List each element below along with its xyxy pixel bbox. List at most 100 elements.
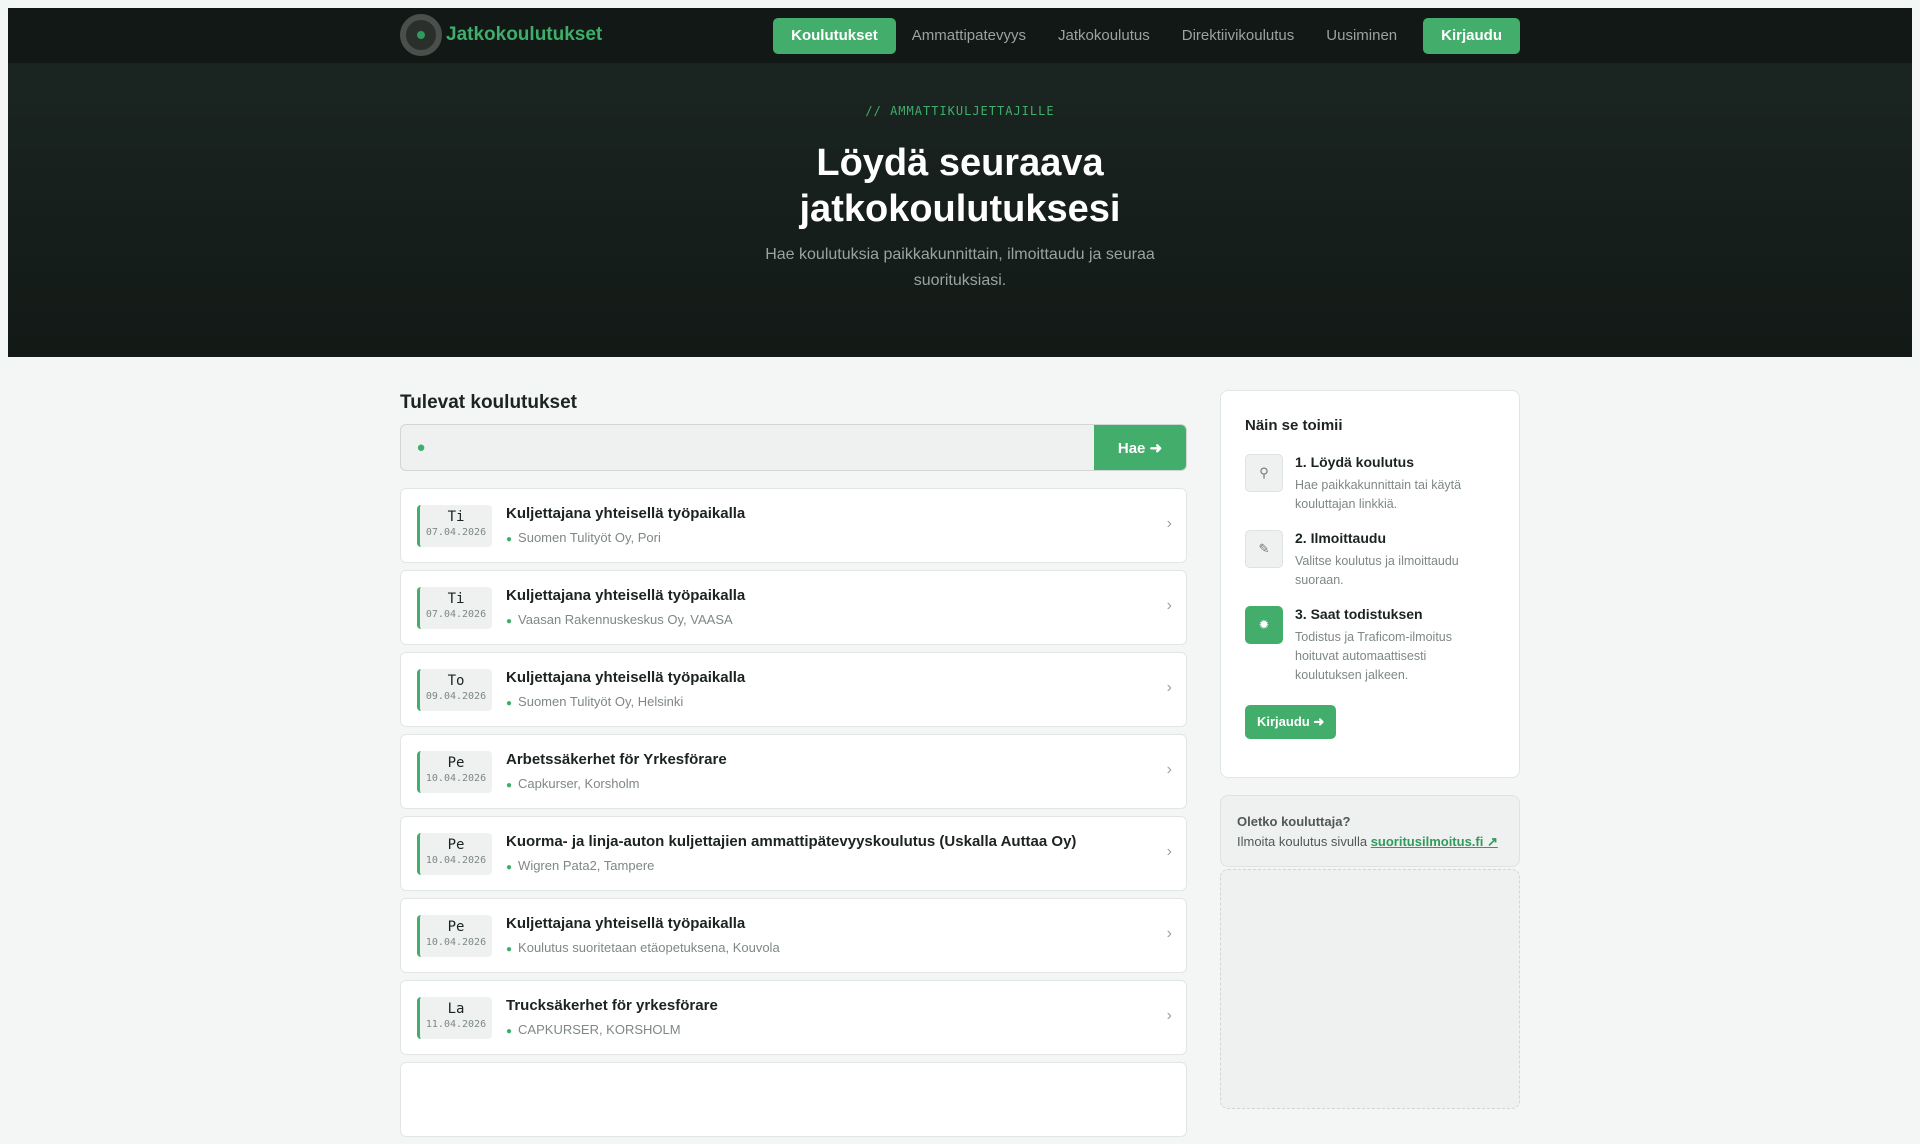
chevron-right-icon: › (1166, 1007, 1172, 1024)
course-list: Ti 07.04.2026 Kuljettajana yhteisellä työ… (400, 488, 1187, 1137)
nav-uusiminen[interactable]: Uusiminen (1310, 18, 1413, 54)
hero-title: Löydä seuraava jatkokoulutuksesi (8, 140, 1912, 232)
location-text: Suomen Tulityöt Oy, Helsinki (518, 694, 684, 709)
location-pin-icon: ● (506, 944, 513, 955)
edit-icon: ✎ (1245, 530, 1283, 568)
course-date: 10.04.2026 (425, 937, 487, 948)
chevron-right-icon: › (1166, 843, 1172, 860)
link-label: suoritusilmoitus.fi (1370, 834, 1484, 849)
nav-jatkokoulutus[interactable]: Jatkokoulutus (1042, 18, 1166, 54)
how-it-works-card: Näin se toimii ⚲ 1. Löydä koulutus Hae pai… (1220, 390, 1520, 778)
how-it-works-title: Näin se toimii (1245, 417, 1343, 434)
arrow-right-icon: ➜ (1313, 714, 1325, 729)
course-card[interactable]: Pe 10.04.2026 Arbetssäkerhet för Yrkesför… (400, 734, 1187, 809)
course-date: 11.04.2026 (425, 1019, 487, 1030)
course-location: ● CAPKURSER, KORSHOLM (506, 1022, 681, 1037)
weekday: La (447, 1001, 465, 1017)
course-location: ● Koulutus suoritetaan etäopetuksena, Kou… (506, 940, 780, 955)
course-card[interactable]: Pe 10.04.2026 Kuorma- ja linja-auton kulj… (400, 816, 1187, 891)
course-location: ● Suomen Tulityöt Oy, Pori (506, 530, 661, 545)
weekday: Ti (447, 509, 465, 525)
course-title: Kuorma- ja linja-auton kuljettajien amma… (506, 833, 1077, 850)
hero-eyebrow: // AMMATTIKULJETTAJILLE (865, 104, 1055, 118)
course-location: ● Wigren Pata2, Tampere (506, 858, 654, 873)
courses-section: Tulevat koulutukset ● Hae ➜ Ti 07.04.2026… (400, 392, 1187, 1144)
weekday: Pe (447, 919, 465, 935)
location-text: Koulutus suoritetaan etäopetuksena, Kouv… (518, 940, 780, 955)
weekday: To (447, 673, 465, 689)
location-pin-icon: ● (506, 1026, 513, 1037)
chevron-right-icon: › (1166, 761, 1172, 778)
course-date: 07.04.2026 (425, 609, 487, 620)
date-badge: To 09.04.2026 (417, 669, 492, 711)
top-nav: Jatkokoulutukset Koulutukset Ammattipate… (8, 8, 1912, 63)
location-pin-icon: ● (506, 534, 513, 545)
external-link-icon: ↗ (1486, 834, 1498, 849)
course-date: 09.04.2026 (425, 691, 487, 702)
step-text: Valitse koulutus ja ilmoittaudu suoraan. (1295, 554, 1459, 587)
steering-wheel-icon (400, 14, 442, 56)
step-title: 1. Löydä koulutus (1295, 454, 1415, 470)
certificate-icon: ✹ (1245, 606, 1283, 644)
location-pin-icon: ● (506, 862, 513, 873)
step-certificate: ✹ 3. Saat todistuksen Todistus ja Traficom… (1245, 606, 1495, 685)
course-date: 07.04.2026 (425, 527, 487, 538)
course-card[interactable]: Ti 07.04.2026 Kuljettajana yhteisellä työ… (400, 488, 1187, 563)
course-date: 10.04.2026 (425, 855, 487, 866)
location-pin-icon: ● (506, 698, 513, 709)
chevron-right-icon: › (1166, 597, 1172, 614)
course-title: Kuljettajana yhteisellä työpaikalla (506, 915, 746, 932)
nav-koulutukset[interactable]: Koulutukset (773, 18, 896, 54)
course-card[interactable] (400, 1062, 1187, 1137)
suoritusilmoitus-link[interactable]: suoritusilmoitus.fi ↗ (1371, 834, 1498, 849)
chevron-right-icon: › (1166, 925, 1172, 942)
course-card[interactable]: To 09.04.2026 Kuljettajana yhteisellä työ… (400, 652, 1187, 727)
sidebar: Näin se toimii ⚲ 1. Löydä koulutus Hae pai… (1220, 390, 1520, 1109)
course-location: ● Vaasan Rakennuskeskus Oy, VAASA (506, 612, 733, 627)
course-title: Kuljettajana yhteisellä työpaikalla (506, 505, 746, 522)
date-badge: Pe 10.04.2026 (417, 833, 492, 875)
course-card[interactable]: Pe 10.04.2026 Kuljettajana yhteisellä työ… (400, 898, 1187, 973)
nav-ammattipatevyys[interactable]: Ammattipatevyys (896, 18, 1042, 54)
date-badge: Pe 10.04.2026 (417, 751, 492, 793)
course-card[interactable]: La 11.04.2026 Trucksäkerhet för yrkesföra… (400, 980, 1187, 1055)
section-title: Tulevat koulutukset (400, 392, 578, 413)
search-icon: ⚲ (1245, 454, 1283, 492)
hero-title-line: jatkokoulutuksesi (799, 188, 1121, 230)
location-pin-icon: ● (416, 439, 426, 456)
hero-subtitle: Hae koulutuksia paikkakunnittain, ilmoit… (765, 246, 1155, 289)
date-badge: Pe 10.04.2026 (417, 915, 492, 957)
nav-direktiivikoulutus[interactable]: Direktiivikoulutus (1166, 18, 1311, 54)
arrow-right-icon: ➜ (1149, 439, 1163, 457)
login-button[interactable]: Kirjaudu (1423, 18, 1520, 54)
location-search-input[interactable] (441, 425, 1094, 470)
location-text: Capkurser, Korsholm (518, 776, 640, 791)
step-title: 2. Ilmoittaudu (1295, 530, 1386, 546)
location-text: Vaasan Rakennuskeskus Oy, VAASA (518, 612, 733, 627)
trainer-question: Oletko kouluttaja? (1237, 814, 1351, 829)
sidebar-login-label: Kirjaudu (1257, 714, 1310, 729)
weekday: Pe (447, 755, 465, 771)
step-text: Hae paikkakunnittain tai käytä kouluttaj… (1295, 478, 1462, 511)
location-text: CAPKURSER, KORSHOLM (518, 1022, 681, 1037)
search-bar: ● Hae ➜ (400, 424, 1187, 471)
date-badge: La 11.04.2026 (417, 997, 492, 1039)
weekday: Pe (447, 837, 465, 853)
course-location: ● Capkurser, Korsholm (506, 776, 639, 791)
search-button-label: Hae (1117, 439, 1146, 457)
brand-name: Jatkokoulutukset (446, 24, 603, 45)
location-text: Wigren Pata2, Tampere (518, 858, 655, 873)
step-find: ⚲ 1. Löydä koulutus Hae paikkakunnittain t… (1245, 454, 1495, 514)
search-button[interactable]: Hae ➜ (1094, 425, 1186, 470)
weekday: Ti (447, 591, 465, 607)
brand-logo[interactable]: Jatkokoulutukset (400, 14, 602, 56)
chevron-right-icon: › (1166, 679, 1172, 696)
sidebar-login-button[interactable]: Kirjaudu ➜ (1245, 705, 1337, 739)
location-pin-icon: ● (506, 616, 513, 627)
trainer-text: Ilmoita koulutus sivulla (1237, 834, 1368, 849)
step-text: Todistus ja Traficom-ilmoitus hoituvat a… (1295, 630, 1452, 682)
course-card[interactable]: Ti 07.04.2026 Kuljettajana yhteisellä työ… (400, 570, 1187, 645)
page: Jatkokoulutukset Koulutukset Ammattipate… (8, 8, 1912, 1137)
date-badge: Ti 07.04.2026 (417, 587, 492, 629)
course-location: ● Suomen Tulityöt Oy, Helsinki (506, 694, 683, 709)
